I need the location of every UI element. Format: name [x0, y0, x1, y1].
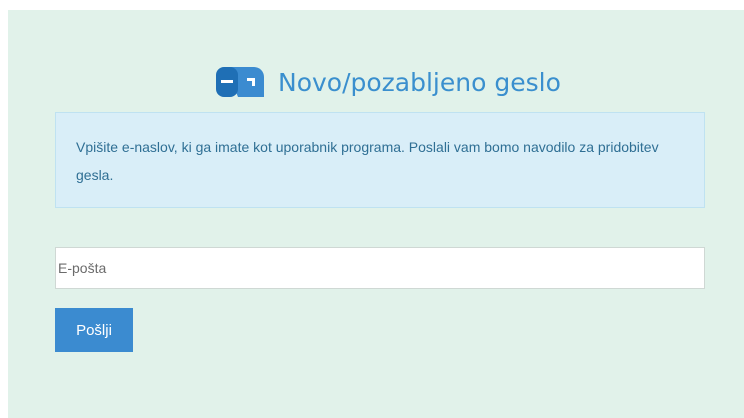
send-button[interactable]: Pošlji	[55, 308, 133, 352]
info-message: Vpišite e-naslov, ki ga imate kot uporab…	[76, 139, 659, 183]
page-header: Novo/pozabljeno geslo	[216, 50, 561, 114]
email-field[interactable]	[55, 247, 705, 289]
page-title: Novo/pozabljeno geslo	[278, 67, 561, 97]
mailbox-icon	[216, 67, 264, 97]
info-alert: Vpišite e-naslov, ki ga imate kot uporab…	[55, 112, 705, 208]
reset-password-panel: Novo/pozabljeno geslo Vpišite e-naslov, …	[8, 10, 744, 418]
